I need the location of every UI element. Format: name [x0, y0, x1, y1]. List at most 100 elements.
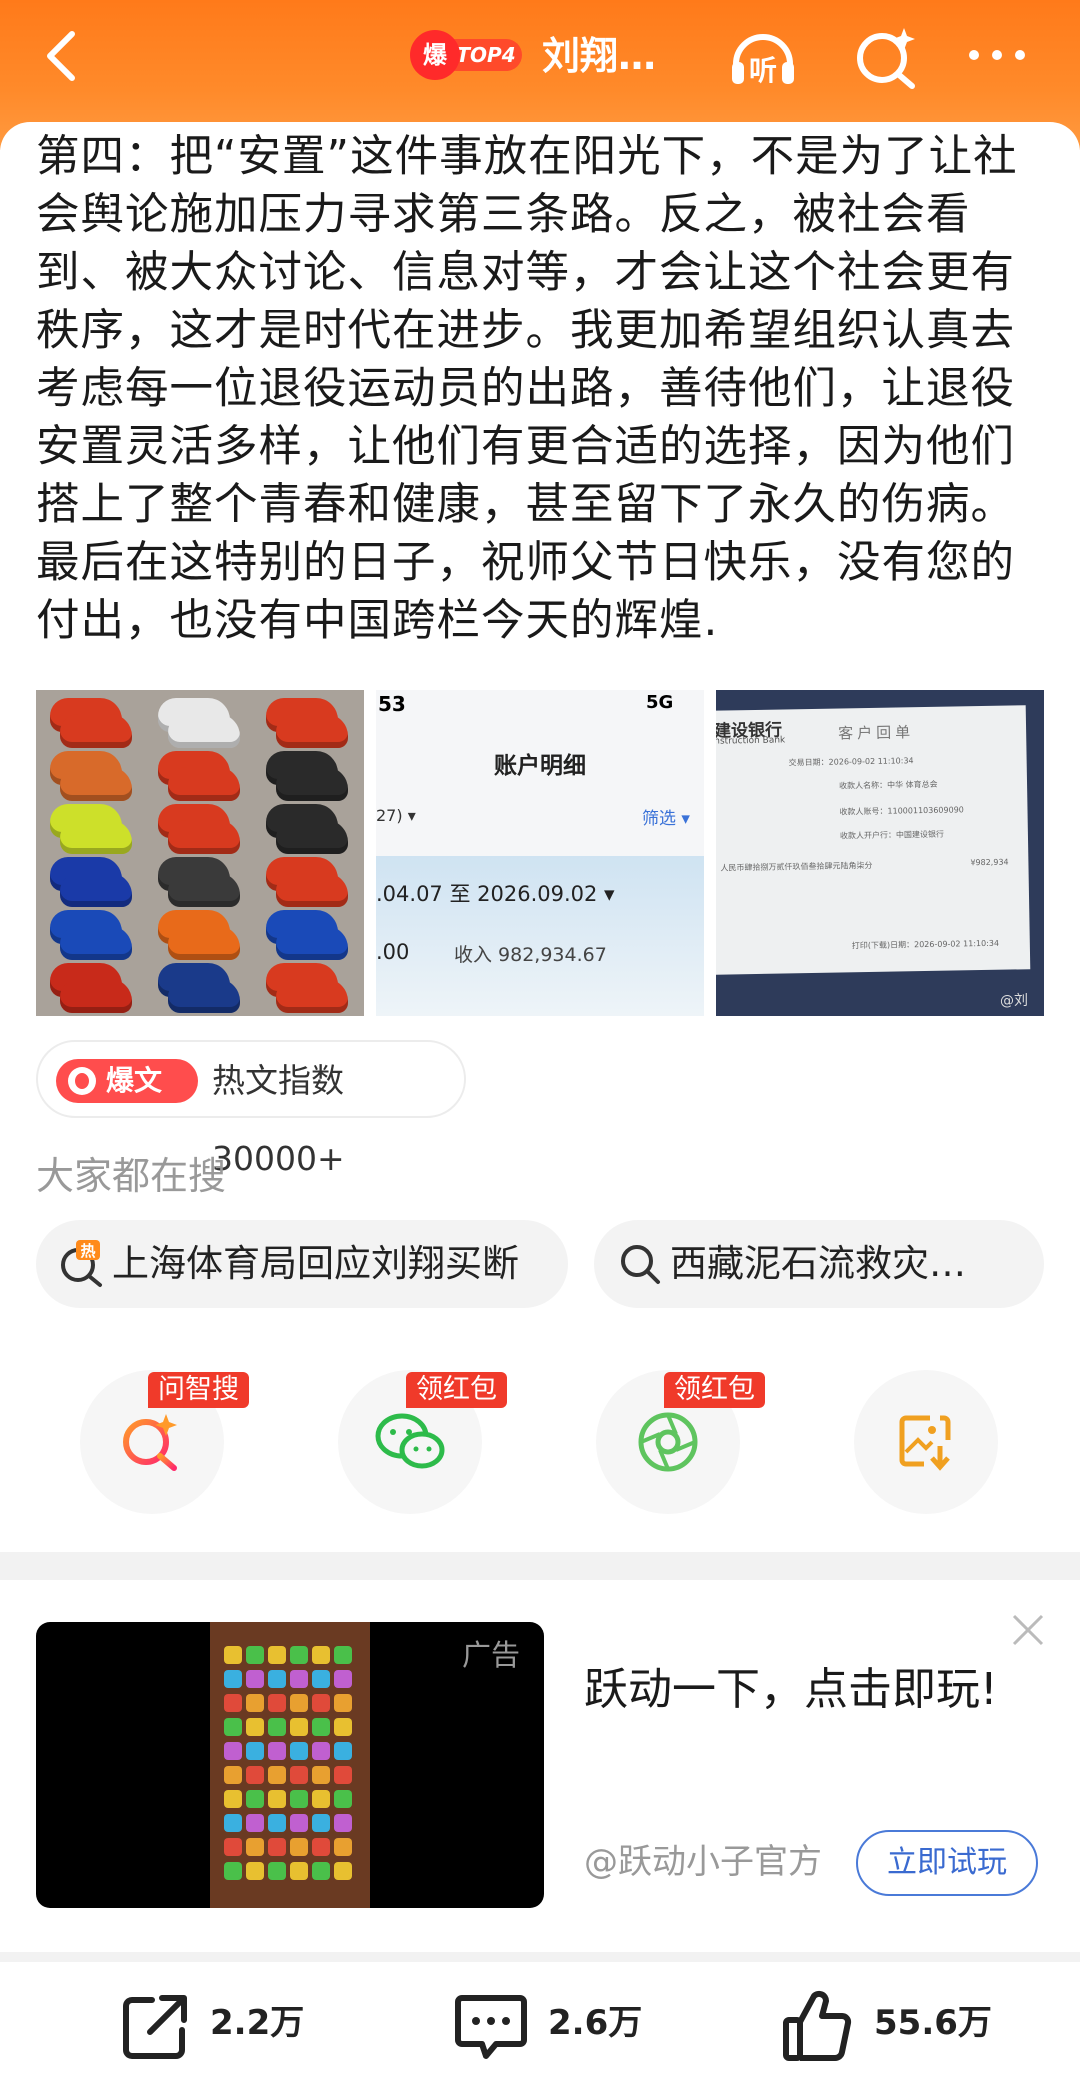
game-tile [224, 1766, 242, 1784]
receipt-line: 交易日期：2026-09-02 11:10:34 [788, 756, 914, 768]
share-button[interactable]: 2.2万 [118, 1980, 318, 2070]
wechat-icon [375, 1413, 445, 1469]
game-tile [268, 1838, 286, 1856]
game-tile [334, 1694, 352, 1712]
game-tile [224, 1670, 242, 1688]
shoe [276, 979, 348, 1013]
like-button[interactable]: 55.6万 [780, 1980, 1000, 2070]
game-tile [290, 1814, 308, 1832]
game-tile [268, 1646, 286, 1664]
status-time: 53 [378, 692, 406, 716]
weibo-watermark: @刘 [1000, 993, 1028, 1009]
hot-article-tag: 爆文 [56, 1059, 198, 1103]
statement-title: 账户明细 [494, 753, 586, 779]
game-tile [334, 1646, 352, 1664]
search-suggestion-1[interactable]: 热 上海体育局回应刘翔买断 [36, 1220, 568, 1308]
comment-button[interactable]: 2.6万 [452, 1980, 652, 2070]
game-tile [290, 1670, 308, 1688]
save-image-icon [899, 1415, 951, 1471]
game-tile [334, 1670, 352, 1688]
game-tile [312, 1742, 330, 1760]
game-tile [312, 1670, 330, 1688]
more-options-icon[interactable] [962, 22, 1032, 92]
shoe [60, 714, 132, 748]
hot-article-index[interactable]: 爆文 热文指数30000+ [36, 1040, 466, 1178]
moments-badge: 领红包 [664, 1372, 765, 1408]
game-tile [268, 1814, 286, 1832]
game-tile [312, 1766, 330, 1784]
try-now-button[interactable]: 立即试玩 [856, 1830, 1038, 1896]
ad-title[interactable]: 跃动一下，点击即玩! [584, 1660, 998, 1720]
statement-period: 27) ▾ [376, 806, 416, 825]
receipt-line: 收款人名称：中华 体育总会 [838, 779, 938, 791]
game-tile [268, 1694, 286, 1712]
share-count: 2.2万 [210, 2003, 305, 2043]
statement-amount: .00 [376, 940, 410, 964]
game-tile [312, 1862, 330, 1880]
game-tile [268, 1742, 286, 1760]
game-tile [290, 1862, 308, 1880]
game-tile [268, 1790, 286, 1808]
receipt-bank-name-en: nstruction Bank [716, 735, 786, 747]
game-tile [224, 1742, 242, 1760]
comment-icon [455, 1995, 527, 2059]
listen-label: 听 [749, 54, 777, 87]
hot-search-badge: 热 [80, 1242, 95, 1260]
shoe [276, 714, 348, 748]
listen-headphones-icon[interactable]: 听 [728, 22, 798, 92]
shoe [168, 820, 240, 854]
flame-icon [68, 1067, 96, 1095]
close-icon[interactable] [1008, 1610, 1048, 1650]
article-body: 第四：把“安置”这件事放在阳光下，不是为了让社会舆论施加压力寻求第三条路。反之，… [36, 132, 1018, 646]
back-arrow-icon[interactable] [36, 26, 96, 86]
statement-filter: 筛选 ▾ [642, 809, 690, 829]
hot-search-icon: 热 [61, 1240, 102, 1287]
trending-searches-label: 大家都在搜 [36, 1154, 227, 1198]
game-tile [334, 1790, 352, 1808]
thumbs-up-icon [783, 1990, 852, 2061]
game-tile [312, 1838, 330, 1856]
receipt-paper: 建设银行 nstruction Bank 客户回单 交易日期：2026-09-0… [716, 705, 1031, 975]
game-tile [312, 1814, 330, 1832]
shoe [168, 714, 240, 748]
shoe [60, 979, 132, 1013]
comment-count: 2.6万 [548, 2003, 643, 2043]
game-tile [224, 1646, 242, 1664]
hot-rank-badge[interactable]: TOP4 爆 [410, 30, 522, 80]
receipt-title: 客户回单 [837, 723, 915, 743]
game-tile [312, 1790, 330, 1808]
game-tile [246, 1670, 264, 1688]
game-tile [312, 1646, 330, 1664]
game-tile [224, 1838, 242, 1856]
topic-title[interactable]: 刘翔… [542, 26, 656, 86]
game-tile [334, 1862, 352, 1880]
shoe [60, 767, 132, 801]
bank-receipt-photo[interactable]: 建设银行 nstruction Bank 客户回单 交易日期：2026-09-0… [716, 690, 1044, 1016]
shoe [168, 767, 240, 801]
smart-search-icon[interactable] [852, 22, 922, 92]
share-icon [123, 1995, 187, 2059]
search-suggestion-2[interactable]: 西藏泥石流救灾… [594, 1220, 1044, 1308]
game-tile [290, 1790, 308, 1808]
receipt-line: 收款人开户行：中国建设银行 [839, 829, 944, 841]
game-tile [268, 1862, 286, 1880]
bank-statement-screenshot[interactable]: 53 5G 账户明细 27) ▾ 筛选 ▾ .04.07 至 2026.09.0… [376, 690, 704, 1016]
ai-search-icon [123, 1414, 177, 1471]
game-tile [224, 1814, 242, 1832]
ad-label: 广告 [462, 1638, 521, 1672]
hot-article-tag-label: 爆文 [106, 1064, 163, 1097]
game-tile [334, 1766, 352, 1784]
game-tile [290, 1742, 308, 1760]
game-tile [246, 1790, 264, 1808]
spikes-shoes-photo[interactable] [36, 690, 364, 1016]
ad-account[interactable]: @跃动小子官方 [584, 1838, 822, 1886]
game-tile [290, 1838, 308, 1856]
shoe [168, 979, 240, 1013]
game-tile [312, 1694, 330, 1712]
save-image-button[interactable] [854, 1370, 998, 1514]
game-tile [246, 1862, 264, 1880]
game-tile [334, 1718, 352, 1736]
statement-summary-panel: .04.07 至 2026.09.02 ▾ .00 收入 982,934.67 [376, 856, 704, 1016]
receipt-line: 打印(下载)日期：2026-09-02 11:10:34 [851, 938, 1000, 951]
game-tile [268, 1718, 286, 1736]
